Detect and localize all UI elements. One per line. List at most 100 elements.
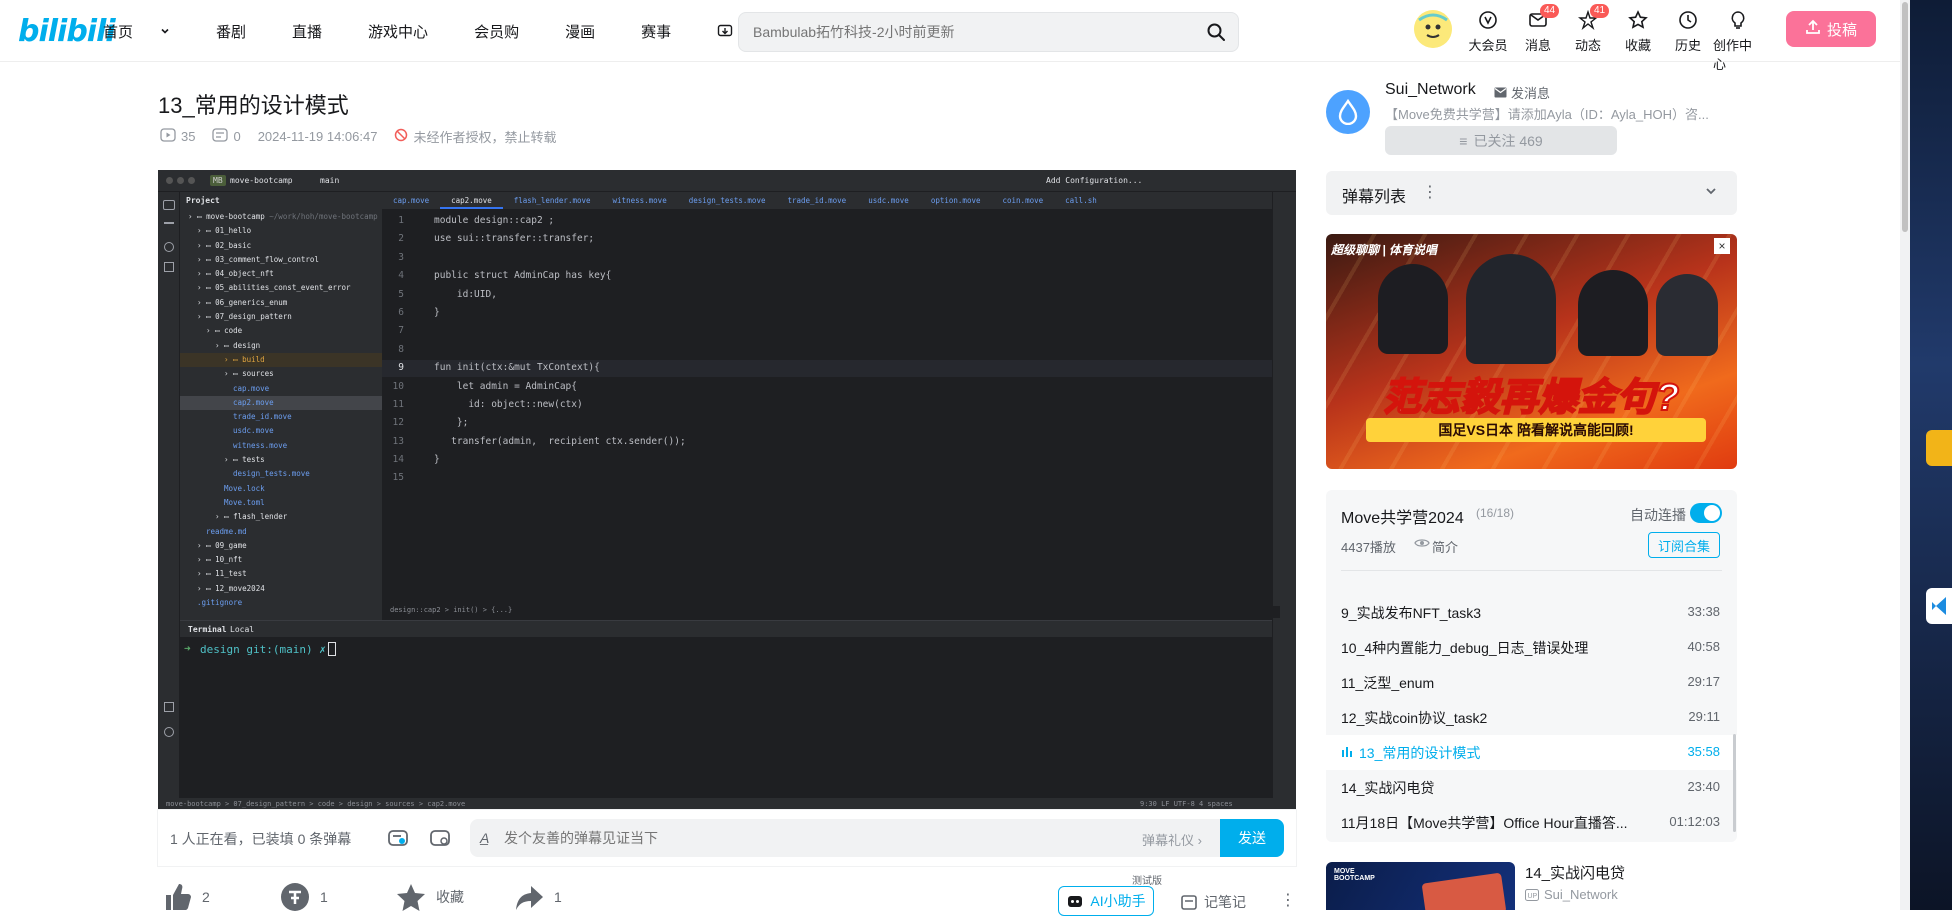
project-tree-item[interactable]: › ▭ 06_generics_enum bbox=[180, 296, 382, 310]
more-icon[interactable]: ⋮ bbox=[1280, 890, 1296, 910]
playlist-item[interactable]: 11_泛型_enum 29:17 bbox=[1326, 665, 1737, 700]
nav-item-2[interactable]: 直播 bbox=[292, 21, 345, 42]
project-tree-item[interactable]: design_tests.move bbox=[180, 467, 382, 481]
editor-tab[interactable]: design_tests.move bbox=[678, 192, 777, 209]
editor-tab[interactable]: option.move bbox=[920, 192, 992, 209]
project-tree-item[interactable]: › ▭ 09_game bbox=[180, 539, 382, 553]
danmaku-list-more-icon[interactable]: ⋮ bbox=[1422, 182, 1438, 202]
upload-button[interactable]: 投稿 bbox=[1786, 11, 1876, 47]
playlist-intro[interactable]: 简介 bbox=[1432, 537, 1458, 556]
danmaku-etiquette-link[interactable]: 弹幕礼仪 › bbox=[1142, 830, 1202, 849]
nav-item-3[interactable]: 游戏中心 bbox=[368, 21, 451, 42]
header-vip-button[interactable]: 大会员 bbox=[1463, 8, 1513, 54]
scrollbar-thumb[interactable] bbox=[1902, 2, 1908, 232]
dock-app-icon[interactable] bbox=[1926, 430, 1952, 466]
project-tree-item[interactable]: › ▭ design bbox=[180, 339, 382, 353]
project-tree-item[interactable]: › ▭ 10_nft bbox=[180, 553, 382, 567]
project-tree-item[interactable]: › ▭ 01_hello bbox=[180, 224, 382, 238]
project-tree-item[interactable]: trade_id.move bbox=[180, 410, 382, 424]
autoplay-toggle[interactable] bbox=[1690, 503, 1722, 523]
follow-button[interactable]: ≡ 已关注 469 bbox=[1385, 126, 1617, 155]
ad-close-icon[interactable]: × bbox=[1714, 238, 1730, 254]
playlist-item[interactable]: 10_4种内置能力_debug_日志_错误处理 40:58 bbox=[1326, 630, 1737, 665]
editor-tab[interactable]: call.sh bbox=[1054, 192, 1108, 209]
nav-item-0[interactable]: 首页 bbox=[103, 21, 193, 42]
project-tree-item[interactable]: readme.md bbox=[180, 525, 382, 539]
recommend-author-row[interactable]: UP Sui_Network bbox=[1525, 887, 1618, 902]
project-tree-item[interactable]: witness.move bbox=[180, 439, 382, 453]
project-tree-item[interactable]: › ▭ 02_basic bbox=[180, 239, 382, 253]
editor-tab[interactable]: flash_lender.move bbox=[503, 192, 602, 209]
like-button[interactable]: 2 bbox=[162, 882, 210, 912]
danmaku-toggle-icon[interactable] bbox=[386, 826, 410, 855]
project-tree-item[interactable]: cap2.move bbox=[180, 395, 382, 411]
coin-button[interactable]: 1 bbox=[280, 882, 328, 912]
bilibili-logo[interactable]: bilibili bbox=[18, 14, 116, 49]
subscribe-collection-button[interactable]: 订阅合集 bbox=[1648, 532, 1720, 558]
page-scrollbar[interactable] bbox=[1900, 0, 1910, 910]
project-tree-item[interactable]: Move.lock bbox=[180, 482, 382, 496]
ai-assistant-button[interactable]: AI小助手 bbox=[1058, 886, 1154, 916]
danmaku-settings-icon[interactable] bbox=[428, 826, 452, 855]
nav-item-5[interactable]: 漫画 bbox=[565, 21, 618, 42]
editor-tab[interactable]: witness.move bbox=[602, 192, 678, 209]
header-dynamic-button[interactable]: 动态 41 bbox=[1563, 4, 1613, 54]
danmaku-input[interactable] bbox=[504, 819, 1064, 857]
editor-tab[interactable]: usdc.move bbox=[857, 192, 920, 209]
project-tree-item[interactable]: › ▭ move-bootcamp ~/work/hoh/move-bootca… bbox=[180, 210, 382, 224]
header-bulb-button[interactable]: 创作中心 bbox=[1713, 8, 1763, 73]
playlist-scrollbar[interactable] bbox=[1733, 734, 1736, 832]
project-tree-item[interactable]: › ▭ 05_abilities_const_event_error bbox=[180, 281, 382, 295]
playlist-item[interactable]: 9_实战发布NFT_task3 33:38 bbox=[1326, 595, 1737, 630]
playlist-title[interactable]: Move共学营2024 bbox=[1341, 504, 1464, 528]
uploader-avatar[interactable] bbox=[1326, 90, 1370, 134]
playlist-item[interactable]: 14_实战闪电贷 23:40 bbox=[1326, 770, 1737, 805]
terminal-local-tab[interactable]: Local bbox=[230, 625, 254, 634]
project-tree-item[interactable]: › ▭ 03_comment_flow_control bbox=[180, 253, 382, 267]
playlist-item[interactable]: 13_常用的设计模式 35:58 bbox=[1326, 735, 1737, 770]
header-star-button[interactable]: 收藏 bbox=[1613, 8, 1663, 54]
send-danmaku-button[interactable]: 发送 bbox=[1220, 819, 1284, 857]
code-editor[interactable]: 1 module design::cap2 ; 2 use sui::transfer… bbox=[382, 210, 1272, 606]
danmaku-list-panel[interactable]: 弹幕列表 ⋮ bbox=[1326, 171, 1737, 215]
ad-banner[interactable]: 超级聊聊 | 体育说唱 × 范志毅再爆金句? 国足VS日本 陪看解说高能回顾! bbox=[1326, 234, 1737, 469]
font-style-icon[interactable]: A̲ bbox=[480, 830, 489, 846]
recommend-thumbnail[interactable]: MOVE BOOTCAMP bbox=[1326, 862, 1515, 910]
search-box[interactable] bbox=[738, 12, 1239, 52]
project-tree-item[interactable]: › ▭ 12_move2024 bbox=[180, 582, 382, 596]
terminal-tab[interactable]: Terminal bbox=[188, 625, 227, 634]
project-tree-item[interactable]: › ▭ 11_test bbox=[180, 567, 382, 581]
project-tree-item[interactable]: .gitignore bbox=[180, 596, 382, 610]
nav-item-4[interactable]: 会员购 bbox=[474, 21, 542, 42]
playlist-item[interactable]: 11月18日【Move共学营】Office Hour直播答... 01:12:03 bbox=[1326, 805, 1737, 840]
search-input[interactable] bbox=[753, 13, 1193, 51]
notes-button[interactable]: 记笔记 bbox=[1180, 892, 1246, 912]
project-tree-item[interactable]: usdc.move bbox=[180, 424, 382, 438]
user-avatar[interactable] bbox=[1414, 10, 1452, 48]
terminal-panel[interactable]: Terminal Local ➜ design git:(main) ✗ bbox=[180, 620, 1272, 800]
recommend-title[interactable]: 14_实战闪电贷 bbox=[1525, 862, 1625, 883]
project-tree-item[interactable]: › ▭ tests bbox=[180, 453, 382, 467]
nav-item-6[interactable]: 赛事 bbox=[641, 21, 694, 42]
project-tree-item[interactable]: › ▭ code bbox=[180, 324, 382, 338]
nav-item-1[interactable]: 番剧 bbox=[216, 21, 269, 42]
header-message-button[interactable]: 消息 44 bbox=[1513, 4, 1563, 54]
favorite-button[interactable]: 收藏 bbox=[396, 882, 464, 912]
send-message-link[interactable]: 发消息 bbox=[1494, 83, 1550, 102]
danmaku-input-box[interactable]: A̲ 弹幕礼仪 › bbox=[470, 819, 1224, 857]
project-tree-item[interactable]: › ▭ sources bbox=[180, 367, 382, 381]
project-tree-item[interactable]: › ▭ 04_object_nft bbox=[180, 267, 382, 281]
project-tree-item[interactable]: › ▭ build bbox=[180, 352, 382, 368]
editor-tab[interactable]: cap.move bbox=[382, 192, 440, 209]
playlist-item[interactable]: 12_实战coin协议_task2 29:11 bbox=[1326, 700, 1737, 735]
vscode-dock-icon[interactable] bbox=[1926, 588, 1952, 624]
project-tree-item[interactable]: Move.toml bbox=[180, 496, 382, 510]
project-tree-item[interactable]: › ▭ flash_lender bbox=[180, 510, 382, 524]
editor-tab[interactable]: trade_id.move bbox=[776, 192, 857, 209]
video-player[interactable]: MB move-bootcamp main Add Configuration.… bbox=[158, 170, 1296, 810]
share-button[interactable]: 1 bbox=[514, 882, 562, 912]
uploader-name[interactable]: Sui_Network bbox=[1385, 81, 1476, 99]
project-tree-item[interactable]: › ▭ 07_design_pattern bbox=[180, 310, 382, 324]
editor-tab[interactable]: coin.move bbox=[992, 192, 1055, 209]
chevron-down-icon[interactable] bbox=[1704, 184, 1718, 203]
